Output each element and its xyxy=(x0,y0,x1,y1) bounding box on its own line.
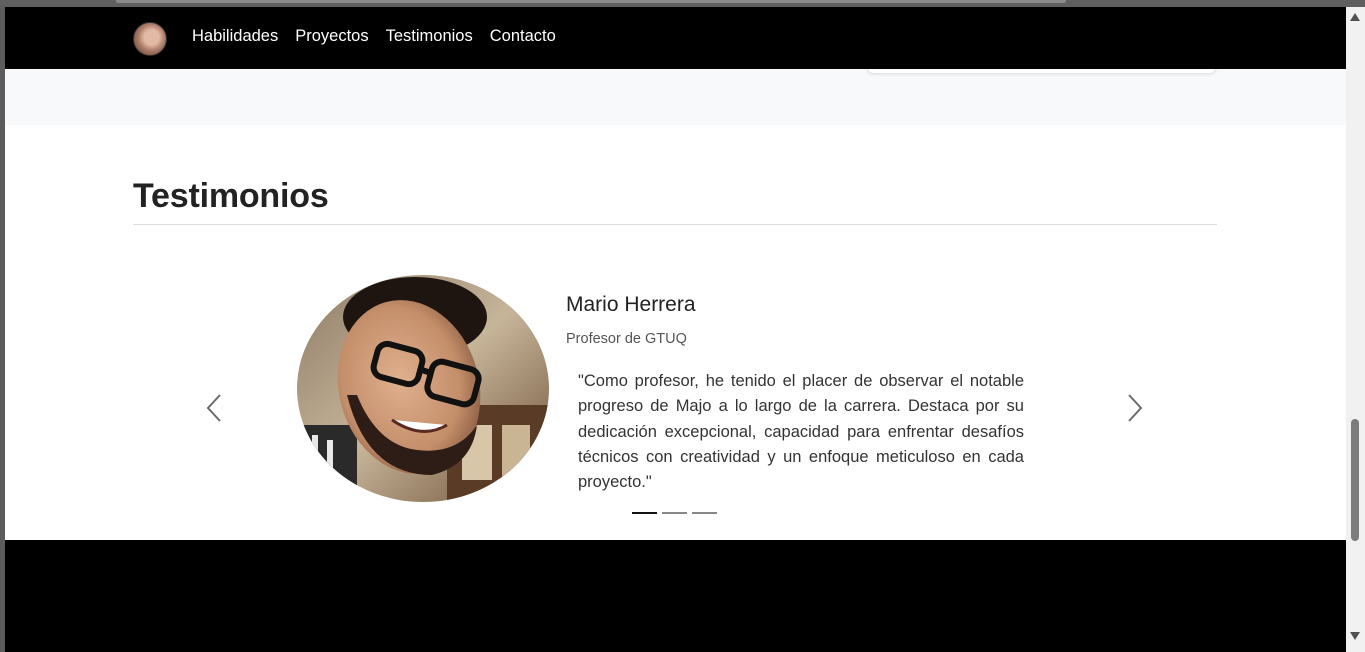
carousel-indicators xyxy=(632,512,717,514)
nav-link-proyectos[interactable]: Proyectos xyxy=(295,27,368,46)
scrollbar[interactable] xyxy=(1346,7,1365,652)
scrollbar-thumb[interactable] xyxy=(1351,419,1359,541)
footer xyxy=(5,540,1346,652)
previous-section xyxy=(5,61,1346,125)
testimonial-photo-image xyxy=(297,275,549,502)
navbar: Habilidades Proyectos Testimonios Contac… xyxy=(5,7,1346,69)
section-divider xyxy=(133,224,1217,225)
carousel-indicator-3[interactable] xyxy=(692,512,717,514)
testimonial-quote: "Como profesor, he tenido el placer de o… xyxy=(578,372,1024,492)
avatar[interactable] xyxy=(133,22,167,56)
carousel-next-button[interactable] xyxy=(1122,391,1146,425)
testimonial-author-name: Mario Herrera xyxy=(566,293,696,316)
carousel-prev-button[interactable] xyxy=(203,391,227,425)
nav-link-testimonios[interactable]: Testimonios xyxy=(386,27,473,46)
nav-link-contacto[interactable]: Contacto xyxy=(490,27,556,46)
chevron-left-icon xyxy=(206,394,221,422)
nav-links: Habilidades Proyectos Testimonios Contac… xyxy=(192,27,573,46)
carousel-indicator-1[interactable] xyxy=(632,512,657,514)
scroll-down-icon[interactable] xyxy=(1350,632,1360,640)
scroll-up-icon[interactable] xyxy=(1350,13,1360,21)
browser-tab-strip xyxy=(116,0,1066,3)
nav-link-habilidades[interactable]: Habilidades xyxy=(192,27,278,46)
carousel-indicator-2[interactable] xyxy=(662,512,687,514)
page-viewport: Habilidades Proyectos Testimonios Contac… xyxy=(5,7,1346,652)
testimonial-photo xyxy=(297,275,549,502)
browser-frame-top xyxy=(0,0,1365,7)
chevron-right-icon xyxy=(1128,394,1143,422)
section-title: Testimonios xyxy=(133,177,329,215)
testimonial-author-role: Profesor de GTUQ xyxy=(566,331,687,347)
